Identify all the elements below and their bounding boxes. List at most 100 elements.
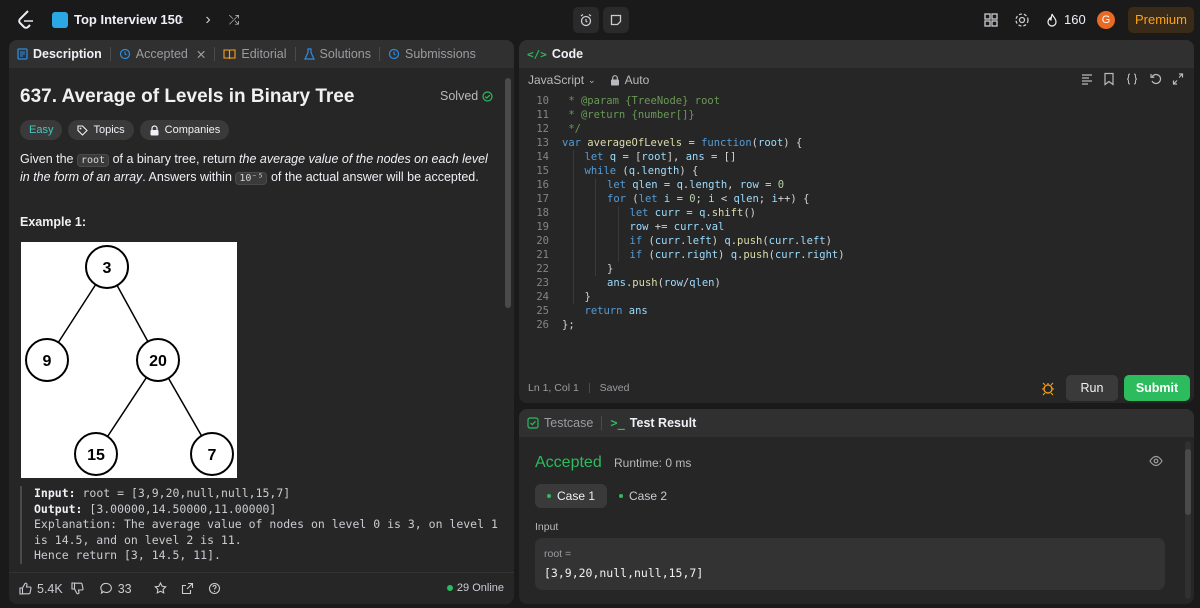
tree-node-label: 7 xyxy=(208,447,217,464)
code-text: return ans xyxy=(584,305,648,317)
inline-code: root xyxy=(77,154,110,167)
problem-list-title[interactable]: Top Interview 150 xyxy=(74,12,182,27)
description-footer: 5.4K 33 29 Online xyxy=(9,572,514,604)
layout-grid-icon[interactable] xyxy=(982,11,1000,29)
line-number: 16 xyxy=(536,179,549,191)
code-text: if (curr.left) q.push(curr.left) xyxy=(629,235,832,247)
bookmark-icon[interactable] xyxy=(1103,72,1115,86)
tab-description[interactable]: Description xyxy=(9,40,110,68)
online-dot xyxy=(446,585,453,591)
chevron-down-icon: ⌄ xyxy=(588,74,596,85)
like-button[interactable]: 5.4K xyxy=(19,582,63,596)
book-icon xyxy=(223,48,236,59)
debug-icon[interactable] xyxy=(1041,380,1055,396)
prev-problem-button[interactable]: ‹ xyxy=(171,10,191,30)
indent-guide xyxy=(572,150,574,304)
dislike-button[interactable] xyxy=(71,582,84,595)
code-text: var averageOfLevels = function(root) { xyxy=(562,137,803,149)
notes-button[interactable] xyxy=(603,7,629,33)
code-line: 12 */ xyxy=(519,122,1159,136)
tab-solutions[interactable]: Solutions xyxy=(296,40,379,68)
code-line: 24} xyxy=(519,290,1159,304)
description-scrollbar[interactable] xyxy=(505,78,511,308)
inline-code: 10⁻⁵ xyxy=(235,172,268,185)
tab-test-result[interactable]: >_ Test Result xyxy=(602,409,704,437)
run-button[interactable]: Run xyxy=(1066,375,1118,401)
case-tab-1[interactable]: Case 1 xyxy=(535,484,608,508)
example-explanation: Explanation: The average value of nodes … xyxy=(34,517,498,547)
topics-badge[interactable]: Topics xyxy=(68,120,134,140)
format-icon[interactable] xyxy=(1081,72,1093,86)
next-problem-button[interactable]: › xyxy=(198,10,218,30)
braces-icon[interactable] xyxy=(1125,72,1139,86)
code-line: 26}; xyxy=(519,318,1159,332)
help-button[interactable] xyxy=(208,582,221,595)
language-select[interactable]: JavaScript ⌄ xyxy=(528,73,596,87)
input-box: root = [3,9,20,null,null,15,7] xyxy=(535,538,1165,590)
line-number: 18 xyxy=(536,207,549,219)
case-pass-dot xyxy=(619,494,623,498)
flask-icon xyxy=(303,48,315,60)
eye-icon[interactable] xyxy=(1149,455,1163,467)
question-icon xyxy=(208,582,220,595)
code-text: * @param {TreeNode} root xyxy=(562,95,721,107)
line-number: 15 xyxy=(536,165,549,177)
lock-icon xyxy=(150,124,159,135)
code-line: 18 let curr = q.shift() xyxy=(519,206,1159,220)
description-tabs: Description Accepted ✕ Editorial Solutio… xyxy=(9,40,514,68)
tab-testcase[interactable]: Testcase xyxy=(519,409,601,437)
submit-button[interactable]: Submit xyxy=(1124,375,1190,401)
thumbs-down-icon xyxy=(71,582,84,595)
premium-button[interactable]: Premium xyxy=(1128,7,1194,33)
problem-badges: Easy Topics Companies xyxy=(20,120,230,140)
code-editor[interactable]: 10 * @param {TreeNode} root 11 * @return … xyxy=(519,94,1194,374)
case-tab-2[interactable]: Case 2 xyxy=(607,484,679,508)
code-text: } xyxy=(607,263,614,275)
code-line: 25 return ans xyxy=(519,304,1159,318)
note-icon xyxy=(610,14,622,26)
leetcode-logo-icon[interactable] xyxy=(14,8,38,32)
code-line: 20 if (curr.left) q.push(curr.left) xyxy=(519,234,1159,248)
test-tabs: Testcase >_ Test Result xyxy=(519,409,1194,437)
tab-code[interactable]: </> Code xyxy=(519,40,591,68)
history-icon xyxy=(119,48,130,60)
case-pass-dot xyxy=(547,494,551,498)
problem-list-icon[interactable] xyxy=(52,12,68,28)
code-text: for (let i = 0; i < qlen; i++) { xyxy=(607,193,810,205)
comments-button[interactable]: 33 xyxy=(100,582,132,596)
favorite-button[interactable] xyxy=(153,582,167,595)
companies-badge[interactable]: Companies xyxy=(139,120,230,140)
code-panel: </> Code JavaScript ⌄ Auto 10 * @param {… xyxy=(519,40,1194,403)
line-number: 23 xyxy=(536,277,549,289)
auto-mode[interactable]: Auto xyxy=(610,73,649,87)
close-icon[interactable]: ✕ xyxy=(196,47,206,62)
tree-node-label: 15 xyxy=(87,447,105,464)
code-text: } xyxy=(584,291,591,303)
terminal-icon: >_ xyxy=(610,416,625,430)
test-panel: Testcase >_ Test Result Accepted Runtime… xyxy=(519,409,1194,604)
fire-icon xyxy=(1047,13,1057,27)
tab-accepted[interactable]: Accepted ✕ xyxy=(111,40,215,68)
editor-actions xyxy=(1081,72,1184,86)
scrollbar-thumb[interactable] xyxy=(1185,449,1191,515)
code-text: if (curr.right) q.push(curr.right) xyxy=(629,249,845,261)
shuffle-icon[interactable]: ⤮ xyxy=(224,10,244,30)
tree-node-label: 9 xyxy=(43,353,52,370)
reset-icon[interactable] xyxy=(1149,72,1162,86)
example-hence: Hence return [3, 14.5, 11]. xyxy=(34,548,221,562)
share-button[interactable] xyxy=(181,582,194,595)
avatar[interactable]: G xyxy=(1097,11,1115,29)
gear-icon[interactable] xyxy=(1013,11,1031,29)
expand-icon[interactable] xyxy=(1172,72,1184,86)
result-scrollbar[interactable] xyxy=(1185,441,1191,599)
problem-title: 637. Average of Levels in Binary Tree xyxy=(20,86,355,107)
code-line: 19 row += curr.val xyxy=(519,220,1159,234)
tab-editorial[interactable]: Editorial xyxy=(215,40,294,68)
input-variable: root = xyxy=(544,548,572,560)
streak-counter[interactable]: 160 xyxy=(1046,12,1086,27)
code-line: 14 let q = [root], ans = [] xyxy=(519,150,1159,164)
code-line: 23 ans.push(row/qlen) xyxy=(519,276,1159,290)
tab-submissions[interactable]: Submissions xyxy=(380,40,484,68)
code-line: 21 if (curr.right) q.push(curr.right) xyxy=(519,248,1159,262)
timer-button[interactable] xyxy=(573,7,599,33)
